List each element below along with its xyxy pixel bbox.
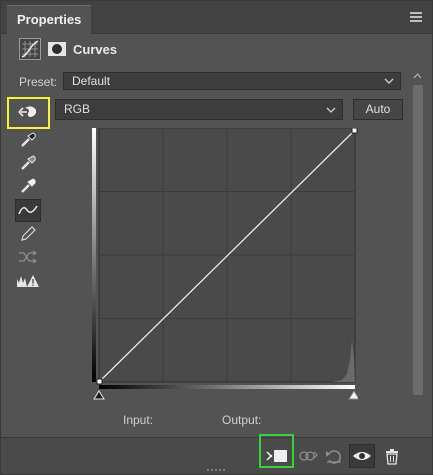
scrollbar-thumb[interactable] — [413, 85, 423, 395]
white-point-eyedropper-icon — [21, 178, 36, 193]
properties-panel: Properties Curves Preset: Default RGB Au… — [0, 0, 433, 475]
delete-button[interactable] — [379, 444, 405, 468]
reset-adjustment-button[interactable] — [321, 444, 347, 468]
curves-adjustment-icon[interactable] — [19, 38, 41, 60]
curve-point-tool-icon — [18, 205, 38, 215]
input-gradient-bar — [99, 385, 355, 389]
black-input-slider[interactable] — [93, 390, 105, 400]
targeted-adjustment-icon — [18, 106, 37, 117]
adjustment-header: Curves — [1, 34, 432, 66]
curve-point-shadow[interactable] — [96, 378, 103, 385]
curves-graph[interactable] — [92, 127, 360, 402]
gray-point-eyedropper-icon — [21, 155, 36, 170]
pencil-draw-tool[interactable] — [15, 223, 41, 245]
reset-adjustment-icon — [326, 450, 341, 464]
output-label: Output: — [222, 413, 262, 427]
preset-dropdown[interactable]: Default — [63, 72, 401, 90]
black-point-eyedropper-icon — [21, 132, 36, 147]
input-label: Input: — [123, 413, 154, 427]
channel-value: RGB — [64, 102, 91, 116]
output-gradient-bar — [92, 128, 96, 382]
panel-title: Curves — [73, 42, 118, 57]
preset-value: Default — [72, 74, 111, 88]
scroll-up-arrow-icon[interactable] — [411, 71, 424, 81]
smooth-curve-tool[interactable] — [15, 246, 41, 268]
clipping-warning-tool[interactable] — [15, 271, 41, 293]
gray-point-eyedropper[interactable] — [15, 152, 41, 174]
pencil-draw-icon — [21, 226, 36, 241]
trash-icon — [386, 449, 398, 465]
smooth-curve-icon — [19, 250, 38, 264]
panel-menu-icon[interactable] — [410, 12, 422, 22]
black-point-eyedropper[interactable] — [15, 129, 41, 151]
layer-mask-icon[interactable] — [46, 39, 68, 59]
preset-label: Preset: — [19, 75, 58, 89]
eye-icon — [353, 452, 371, 460]
channel-dropdown[interactable]: RGB — [55, 99, 343, 120]
chevron-down-icon — [326, 107, 336, 113]
auto-button[interactable]: Auto — [353, 99, 403, 120]
clipping-warning-icon — [17, 275, 39, 287]
white-input-slider[interactable] — [348, 390, 360, 400]
view-previous-state-button[interactable] — [295, 444, 321, 468]
white-point-eyedropper[interactable] — [15, 175, 41, 197]
targeted-adjustment-tool[interactable] — [15, 101, 41, 123]
curve-point-highlight[interactable] — [351, 127, 358, 134]
resize-grip-icon[interactable] — [206, 467, 228, 473]
clip-to-layer-highlight — [259, 434, 294, 468]
panel-tab-bar: Properties — [1, 1, 432, 34]
curve-point-tool[interactable] — [15, 199, 41, 222]
view-previous-state-icon — [299, 451, 318, 461]
tab-properties[interactable]: Properties — [7, 5, 92, 34]
toggle-visibility-button[interactable] — [349, 444, 375, 468]
chevron-down-icon — [384, 78, 394, 84]
